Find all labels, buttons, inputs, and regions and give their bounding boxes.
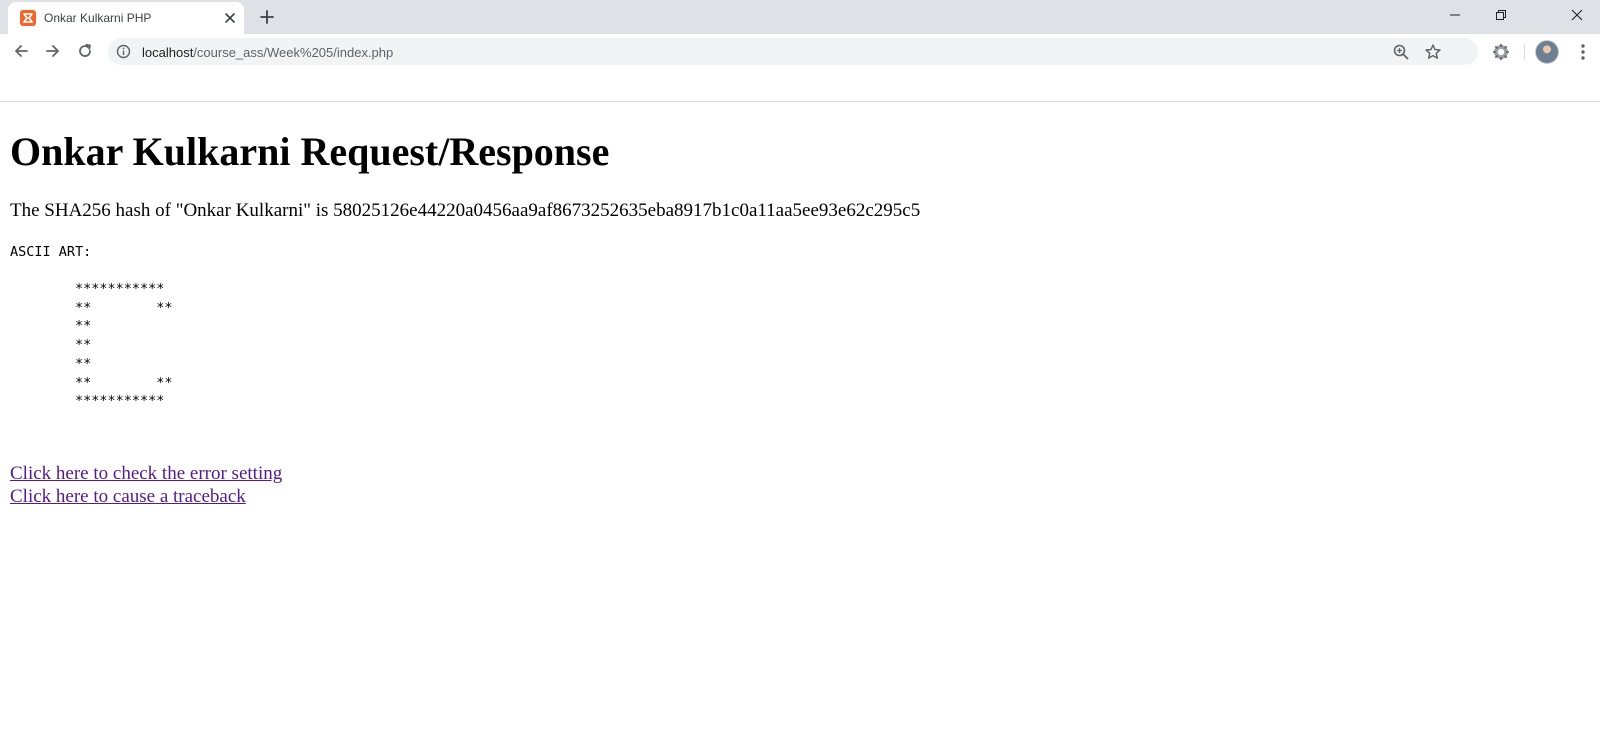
toolbar-divider bbox=[1524, 44, 1525, 60]
info-icon[interactable] bbox=[116, 44, 131, 59]
back-icon[interactable] bbox=[9, 39, 33, 63]
forward-icon[interactable] bbox=[41, 39, 65, 63]
hash-text: The SHA256 hash of "Onkar Kulkarni" is 5… bbox=[10, 200, 921, 221]
page-content: Onkar Kulkarni Request/Response The SHA2… bbox=[0, 102, 1600, 753]
extension-icon[interactable] bbox=[1491, 42, 1511, 62]
close-icon[interactable] bbox=[1554, 0, 1600, 30]
active-tab[interactable]: Onkar Kulkarni PHP bbox=[8, 2, 244, 34]
toolbar: localhost/course_ass/Week%205/index.php bbox=[0, 34, 1600, 68]
menu-icon[interactable] bbox=[1574, 42, 1592, 62]
restore-icon[interactable] bbox=[1478, 0, 1524, 30]
xampp-icon bbox=[20, 10, 36, 26]
cause-traceback-link[interactable]: Click here to cause a traceback bbox=[10, 486, 246, 508]
ascii-art: *********** ** ** ** ** ** ** ** *******… bbox=[75, 281, 173, 410]
zoom-icon[interactable] bbox=[1392, 43, 1410, 61]
check-error-setting-link[interactable]: Click here to check the error setting bbox=[10, 463, 282, 485]
url-path: /course_ass/Week%205/index.php bbox=[193, 45, 394, 60]
tab-close-icon[interactable] bbox=[222, 10, 238, 26]
address-bar[interactable]: localhost/course_ass/Week%205/index.php bbox=[108, 38, 1478, 65]
ascii-label: ASCII ART: bbox=[10, 244, 92, 260]
url-host: localhost bbox=[142, 45, 194, 60]
url-text[interactable]: localhost/course_ass/Week%205/index.php bbox=[142, 45, 393, 60]
new-tab-icon[interactable] bbox=[256, 6, 278, 28]
minimize-icon[interactable] bbox=[1432, 0, 1478, 30]
page-title: Onkar Kulkarni Request/Response bbox=[10, 129, 610, 174]
reload-icon[interactable] bbox=[73, 39, 97, 63]
tab-title: Onkar Kulkarni PHP bbox=[44, 11, 152, 25]
avatar[interactable] bbox=[1535, 40, 1559, 64]
tab-strip: Onkar Kulkarni PHP bbox=[0, 0, 1600, 34]
star-icon[interactable] bbox=[1424, 43, 1442, 61]
